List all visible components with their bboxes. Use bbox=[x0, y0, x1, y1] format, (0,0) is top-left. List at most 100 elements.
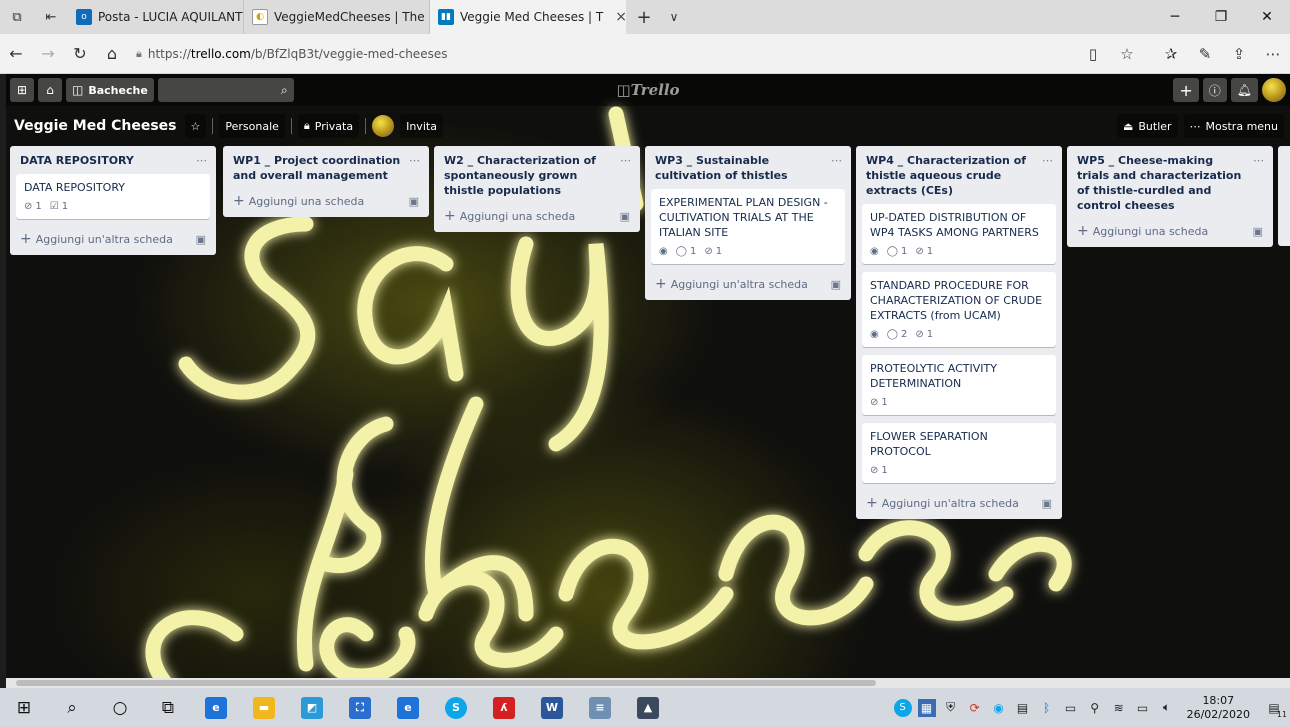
team-button[interactable]: Personale bbox=[219, 114, 285, 138]
list-header[interactable]: WP5 _ Cheese-making trials and character… bbox=[1073, 146, 1267, 219]
list-header[interactable]: WP4 _ Characterization of thistle aqueou… bbox=[862, 146, 1056, 204]
acrobat-icon[interactable]: ʎ bbox=[480, 688, 528, 727]
favorites-hub-icon[interactable]: ✰ bbox=[1154, 38, 1188, 70]
list-title[interactable]: WP3 _ Sustainable cultivation of thistle… bbox=[655, 153, 827, 183]
card-template-icon[interactable]: ▣ bbox=[409, 195, 419, 208]
info-icon[interactable]: ⓘ bbox=[1202, 78, 1227, 102]
card[interactable]: UP-DATED DISTRIBUTION OF WP4 TASKS AMONG… bbox=[862, 204, 1056, 264]
tray-sync-icon[interactable]: ⟳ bbox=[966, 699, 984, 717]
card-template-icon[interactable]: ▣ bbox=[831, 278, 841, 291]
visibility-button[interactable]: 🔒︎ Privata bbox=[297, 114, 360, 138]
new-tab-button[interactable]: + bbox=[626, 7, 662, 28]
apps-grid-icon[interactable]: ⊞ bbox=[10, 78, 34, 102]
restore-icon[interactable]: ❐ bbox=[1198, 0, 1244, 34]
card-template-icon[interactable]: ▣ bbox=[1042, 497, 1052, 510]
set-aside-tabs-icon[interactable]: ⇤ bbox=[34, 0, 68, 34]
card[interactable]: EXPERIMENTAL PLAN DESIGN - CULTIVATION T… bbox=[651, 189, 845, 264]
close-window-icon[interactable]: ✕ bbox=[1244, 0, 1290, 34]
cortana-icon[interactable]: ○ bbox=[96, 688, 144, 727]
scrollbar-thumb[interactable] bbox=[16, 680, 876, 686]
search-icon[interactable]: ⌕ bbox=[48, 688, 96, 727]
pen-notes-icon[interactable]: ✎ bbox=[1188, 38, 1222, 70]
tray-shield-icon[interactable]: ⛨ bbox=[942, 699, 960, 717]
card[interactable]: PROTEOLYTIC ACTIVITY DETERMINATION ⊘ 1 bbox=[862, 355, 1056, 415]
list-menu-icon[interactable]: ⋯ bbox=[409, 153, 421, 168]
tab-outlook[interactable]: o Posta - LUCIA AQUILANTI - bbox=[68, 0, 244, 34]
list-header[interactable]: DATA REPOSITORY ⋯ bbox=[16, 146, 210, 174]
card[interactable]: FLOWER SEPARATION PROTOCOL ⊘ 1 bbox=[862, 423, 1056, 483]
show-menu-button[interactable]: ⋯ Mostra menu bbox=[1183, 114, 1284, 138]
tab-veggiemed[interactable]: ◐ VeggieMedCheeses | The N bbox=[244, 0, 430, 34]
back-arrow-icon[interactable]: ← bbox=[0, 38, 32, 70]
card-template-icon[interactable]: ▣ bbox=[196, 233, 206, 246]
display-icon[interactable]: ▭ bbox=[1062, 699, 1080, 717]
tab-preview-icon[interactable]: ⧉ bbox=[0, 0, 34, 34]
add-card-button[interactable]: + Aggiungi un'altra scheda ▣ bbox=[16, 227, 210, 249]
trello-logo[interactable]: ◫Trello bbox=[616, 81, 679, 99]
url-field[interactable]: 🔒︎ https://trello.com/b/BfZlqB3t/veggie-… bbox=[132, 40, 1070, 68]
card-template-icon[interactable]: ▣ bbox=[1253, 225, 1263, 238]
list-menu-icon[interactable]: ⋯ bbox=[196, 153, 208, 168]
more-options-icon[interactable]: ⋯ bbox=[1256, 38, 1290, 70]
list-title[interactable]: WP1 _ Project coordination and overall m… bbox=[233, 153, 405, 183]
add-card-button[interactable]: + Aggiungi una scheda ▣ bbox=[229, 189, 423, 211]
board-name[interactable]: Veggie Med Cheeses bbox=[14, 118, 177, 134]
skype-icon[interactable]: S bbox=[432, 688, 480, 727]
list-menu-icon[interactable]: ⋯ bbox=[831, 153, 843, 168]
action-center-icon[interactable]: ▤ 11 bbox=[1261, 699, 1287, 719]
list-menu-icon[interactable]: ⋯ bbox=[620, 153, 632, 168]
notepad-icon[interactable]: ≡ bbox=[576, 688, 624, 727]
star-board-button[interactable]: ☆ bbox=[184, 114, 207, 138]
home-button[interactable]: ⌂ bbox=[38, 78, 62, 102]
usb-icon[interactable]: ⚲ bbox=[1086, 699, 1104, 717]
add-card-button[interactable]: + Aggiungi un'altra scheda ▣ bbox=[862, 491, 1056, 513]
tray-skype2-icon[interactable]: ◉ bbox=[990, 699, 1008, 717]
card[interactable]: DATA REPOSITORY ⊘ 1 ☑ 1 bbox=[16, 174, 210, 219]
edge-icon[interactable]: e bbox=[192, 688, 240, 727]
app-tray-icon[interactable]: ▦ bbox=[917, 698, 936, 717]
tab-list-chevron-icon[interactable]: ∨ bbox=[662, 10, 686, 24]
boards-button[interactable]: ◫ Bacheche bbox=[66, 78, 154, 102]
tab-trello[interactable]: ▮▮ Veggie Med Cheeses | T × bbox=[430, 0, 626, 34]
user-avatar[interactable] bbox=[1262, 78, 1286, 102]
reading-view-icon[interactable]: ▯ bbox=[1076, 38, 1110, 70]
list-menu-icon[interactable]: ⋯ bbox=[1253, 153, 1265, 168]
edge-active-icon[interactable]: e bbox=[384, 688, 432, 727]
notifications-bell-icon[interactable]: 🔔︎ bbox=[1230, 78, 1258, 102]
list-title[interactable]: WP5 _ Cheese-making trials and character… bbox=[1077, 153, 1249, 213]
add-card-button[interactable]: + Aggiungi una scheda ▣ bbox=[440, 204, 634, 226]
list-header[interactable]: WP1 _ Project coordination and overall m… bbox=[229, 146, 423, 189]
butler-button[interactable]: ⏏ Butler bbox=[1116, 114, 1178, 138]
task-view-icon[interactable]: ⧉ bbox=[144, 688, 192, 727]
card-template-icon[interactable]: ▣ bbox=[620, 210, 630, 223]
horizontal-scrollbar[interactable] bbox=[6, 678, 1290, 688]
search-input[interactable]: ⌕ bbox=[157, 78, 294, 102]
card[interactable]: STANDARD PROCEDURE FOR CHARACTERIZATION … bbox=[862, 272, 1056, 347]
battery-icon[interactable]: ▭ bbox=[1134, 699, 1152, 717]
add-card-button[interactable]: + Aggiungi un'altra scheda ▣ bbox=[651, 272, 845, 294]
list-title[interactable]: DATA REPOSITORY bbox=[20, 153, 134, 168]
tray-app-icon[interactable]: ▤ bbox=[1014, 699, 1032, 717]
word-icon[interactable]: W bbox=[528, 688, 576, 727]
home-icon[interactable]: ⌂ bbox=[96, 38, 128, 70]
image-viewer-icon[interactable]: ▲ bbox=[624, 688, 672, 727]
list-title[interactable]: W2 _ Characterization of spontaneously g… bbox=[444, 153, 616, 198]
list-header[interactable]: W2 _ Characterization of spontaneously g… bbox=[440, 146, 634, 204]
bluetooth-icon[interactable]: ᛒ bbox=[1038, 699, 1056, 717]
add-card-button[interactable]: + Aggiungi una scheda ▣ bbox=[1073, 219, 1267, 241]
volume-icon[interactable]: 🔈︎ bbox=[1158, 699, 1176, 717]
list-header[interactable]: WP3 _ Sustainable cultivation of thistle… bbox=[651, 146, 845, 189]
member-avatar[interactable] bbox=[372, 115, 395, 137]
windows-start-icon[interactable]: ⊞ bbox=[0, 688, 48, 727]
invite-button[interactable]: Invita bbox=[400, 114, 443, 138]
refresh-icon[interactable]: ↻ bbox=[64, 38, 96, 70]
minimize-icon[interactable]: ─ bbox=[1152, 0, 1198, 34]
list-title[interactable]: WP4 _ Characterization of thistle aqueou… bbox=[866, 153, 1038, 198]
favorite-star-icon[interactable]: ☆ bbox=[1110, 38, 1144, 70]
file-explorer-icon[interactable]: ▬ bbox=[240, 688, 288, 727]
wifi-icon[interactable]: ≋ bbox=[1110, 699, 1128, 717]
system-clock[interactable]: 18:07 26/02/2020 bbox=[1187, 694, 1250, 722]
tab-close-icon[interactable]: × bbox=[615, 9, 626, 25]
forward-arrow-icon[interactable]: → bbox=[32, 38, 64, 70]
create-plus-icon[interactable]: + bbox=[1173, 78, 1199, 102]
